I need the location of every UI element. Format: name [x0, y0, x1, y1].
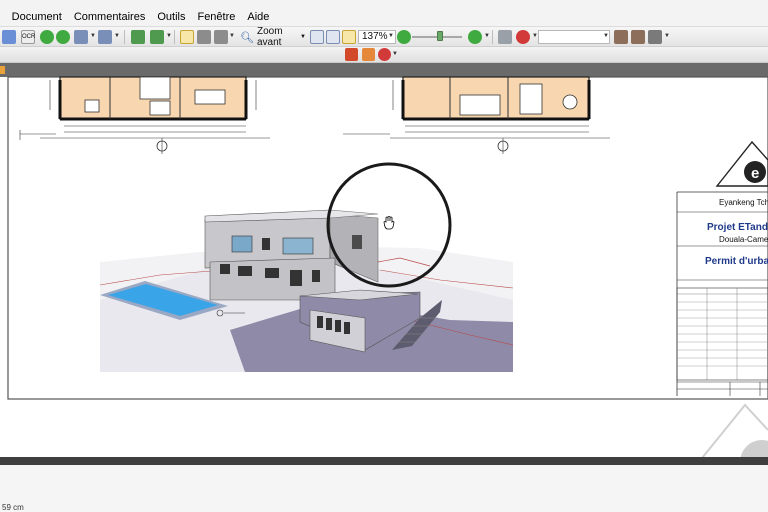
titleblock-permit: Permit d'urban: [705, 256, 768, 267]
page-separator-band: [0, 457, 768, 465]
titleblock-project: Projet ETand': [707, 222, 768, 233]
logo-icon: e: [715, 140, 768, 187]
titleblock-author: Eyankeng Tcha: [719, 198, 768, 207]
floor-plan-left: [19, 76, 270, 154]
drawing-sheet: e: [7, 76, 768, 501]
status-measure: 59 cm: [2, 503, 24, 512]
house-render-3d: [99, 209, 514, 372]
next-page-area[interactable]: [0, 465, 768, 512]
floor-plan-right: [343, 76, 610, 154]
titleblock-location: Douala-Camero: [719, 235, 768, 244]
svg-text:e: e: [751, 165, 759, 182]
